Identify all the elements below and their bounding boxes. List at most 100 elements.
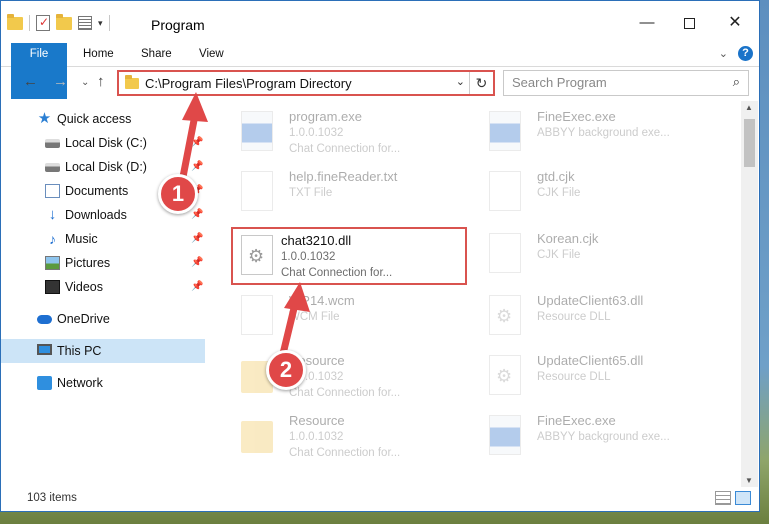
tab-view[interactable]: View <box>199 43 224 65</box>
expand-ribbon-chevron-icon[interactable]: ⌄ <box>719 47 728 60</box>
file-item-fineexec-exe[interactable]: FineExec.exe ABBYY background exe... <box>467 105 697 161</box>
tab-home[interactable]: Home <box>83 43 114 65</box>
network-icon <box>37 376 52 390</box>
customize-qat-chevron-icon[interactable]: ▾ <box>98 18 103 29</box>
file-list: program.exe 1.0.0.1032 Chat Connection f… <box>209 101 741 481</box>
status-bar: 103 items <box>1 487 759 511</box>
drive-icon <box>45 139 60 148</box>
address-bar[interactable]: C:\Program Files\Program Directory ⌄ ↻ <box>117 70 495 96</box>
videos-icon <box>45 280 60 294</box>
file-name: UpdateClient65.dll <box>537 353 644 368</box>
file-description: Chat Connection for... <box>281 267 393 279</box>
file-name: chat3210.dll <box>281 233 352 248</box>
sidebar-item-quick-access[interactable]: ★ Quick access <box>1 107 205 131</box>
pictures-icon <box>45 256 60 270</box>
file-item-chat3210-dll[interactable]: chat3210.dll 1.0.0.1032 Chat Connection … <box>231 227 467 285</box>
scrollbar-thumb[interactable] <box>744 119 755 167</box>
recent-locations-chevron-icon[interactable]: ⌄ <box>81 77 89 88</box>
step-1-badge: 1 <box>158 174 198 214</box>
file-type: Resource DLL <box>537 311 611 323</box>
item-count: 103 items <box>27 492 77 504</box>
file-description: ABBYY background exe... <box>537 431 670 443</box>
large-icons-view-icon[interactable] <box>735 491 751 505</box>
file-item-wp14-wcm[interactable]: WP14.wcm WCM File <box>219 289 449 345</box>
file-description: Chat Connection for... <box>289 387 401 399</box>
maximize-icon <box>683 17 695 29</box>
qat-separator <box>108 15 110 31</box>
file-name: FineExec.exe <box>537 413 616 428</box>
maximize-button[interactable] <box>671 11 707 35</box>
sidebar-item-label: Network <box>57 376 103 390</box>
file-description: Chat Connection for... <box>289 447 401 459</box>
folder-icon <box>7 13 23 30</box>
pin-icon[interactable]: 📌 <box>191 155 203 179</box>
pin-icon[interactable]: 📌 <box>191 227 203 251</box>
properties-list-icon[interactable] <box>78 16 92 30</box>
details-view-icon[interactable] <box>715 491 731 505</box>
file-version: 1.0.0.1032 <box>289 127 344 139</box>
file-item-help-finereader-txt[interactable]: help.fineReader.txt TXT File <box>219 165 449 221</box>
close-button[interactable]: ✕ <box>717 11 753 35</box>
wcm-file-icon <box>241 295 273 335</box>
ribbon-right-controls: ⌄ ? <box>719 46 753 61</box>
txt-file-icon <box>241 171 273 211</box>
sidebar-item-label: Pictures <box>65 256 111 270</box>
back-arrow-icon[interactable]: ← <box>23 73 38 90</box>
file-item-updateclient63-dll[interactable]: UpdateClient63.dll Resource DLL <box>467 289 697 345</box>
folder-item-resource[interactable]: Resource 1.0.0.1032 Chat Connection for.… <box>219 409 449 465</box>
sidebar-item-pictures[interactable]: Pictures 📌 <box>1 251 205 275</box>
sidebar-item-label: This PC <box>57 344 102 358</box>
file-type: CJK File <box>537 249 581 261</box>
tab-share[interactable]: Share <box>141 43 172 65</box>
sidebar-item-onedrive[interactable]: OneDrive <box>1 307 205 331</box>
sidebar-item-music[interactable]: ♪ Music 📌 <box>1 227 205 251</box>
ribbon-tabs: File Home Share View ⌄ ? <box>1 43 759 99</box>
file-name: Korean.cjk <box>537 231 599 246</box>
file-version: 1.0.0.1032 <box>281 251 336 263</box>
folder-item-resource[interactable]: Resource 1.0.0.1032 Chat Connection for.… <box>219 349 449 405</box>
cjk-file-icon <box>489 171 521 211</box>
sidebar-item-local-disk-c[interactable]: Local Disk (C:) 📌 <box>1 131 205 155</box>
pin-icon[interactable]: 📌 <box>191 275 203 299</box>
sidebar-item-this-pc[interactable]: This PC <box>1 339 205 363</box>
scroll-down-icon[interactable]: ▼ <box>745 476 753 485</box>
qat-separator <box>29 15 30 31</box>
minimize-button[interactable]: — <box>629 11 665 35</box>
properties-check-icon[interactable] <box>36 15 50 31</box>
explorer-window: ▾ Program — ✕ File Home Share View ⌄ ? ←… <box>0 0 760 512</box>
sidebar-item-network[interactable]: Network <box>1 371 205 395</box>
sidebar-item-videos[interactable]: Videos 📌 <box>1 275 205 299</box>
up-arrow-icon[interactable]: ↑ <box>97 73 105 90</box>
file-item-updateclient65-dll[interactable]: UpdateClient65.dll Resource DLL <box>467 349 697 405</box>
sidebar-item-label: Videos <box>65 280 103 294</box>
forward-arrow-icon[interactable]: → <box>53 73 68 90</box>
file-item-program-exe[interactable]: program.exe 1.0.0.1032 Chat Connection f… <box>219 105 449 161</box>
file-item-korean-cjk[interactable]: Korean.cjk CJK File <box>467 227 697 283</box>
help-icon[interactable]: ? <box>738 46 753 61</box>
search-input[interactable] <box>512 75 712 90</box>
address-path[interactable]: C:\Program Files\Program Directory <box>145 76 352 91</box>
music-icon: ♪ <box>49 231 56 247</box>
new-folder-icon[interactable] <box>56 13 72 30</box>
file-name: help.fineReader.txt <box>289 169 398 184</box>
scroll-up-icon[interactable]: ▲ <box>745 103 753 112</box>
file-type: WCM File <box>289 311 340 323</box>
folder-icon <box>241 421 273 453</box>
star-icon: ★ <box>37 110 52 127</box>
search-box[interactable]: ⌕ <box>503 70 749 96</box>
search-icon[interactable]: ⌕ <box>733 74 740 90</box>
file-item-fineexec-exe[interactable]: FineExec.exe ABBYY background exe... <box>467 409 697 465</box>
file-item-gtd-cjk[interactable]: gtd.cjk CJK File <box>467 165 697 221</box>
window-title: Program <box>151 17 205 33</box>
navigation-bar: ← → ⌄ ↑ C:\Program Files\Program Directo… <box>1 67 759 99</box>
navigation-pane: ★ Quick access Local Disk (C:) 📌 Local D… <box>1 105 207 481</box>
dll-file-icon <box>489 295 521 335</box>
vertical-scrollbar[interactable]: ▲ ▼ <box>741 101 758 487</box>
refresh-icon[interactable]: ↻ <box>469 72 493 94</box>
this-pc-icon <box>37 344 52 355</box>
pin-icon[interactable]: 📌 <box>191 131 203 155</box>
pin-icon[interactable]: 📌 <box>191 251 203 275</box>
file-type: CJK File <box>537 187 581 199</box>
file-type: TXT File <box>289 187 333 199</box>
address-dropdown-chevron-icon[interactable]: ⌄ <box>456 75 465 88</box>
